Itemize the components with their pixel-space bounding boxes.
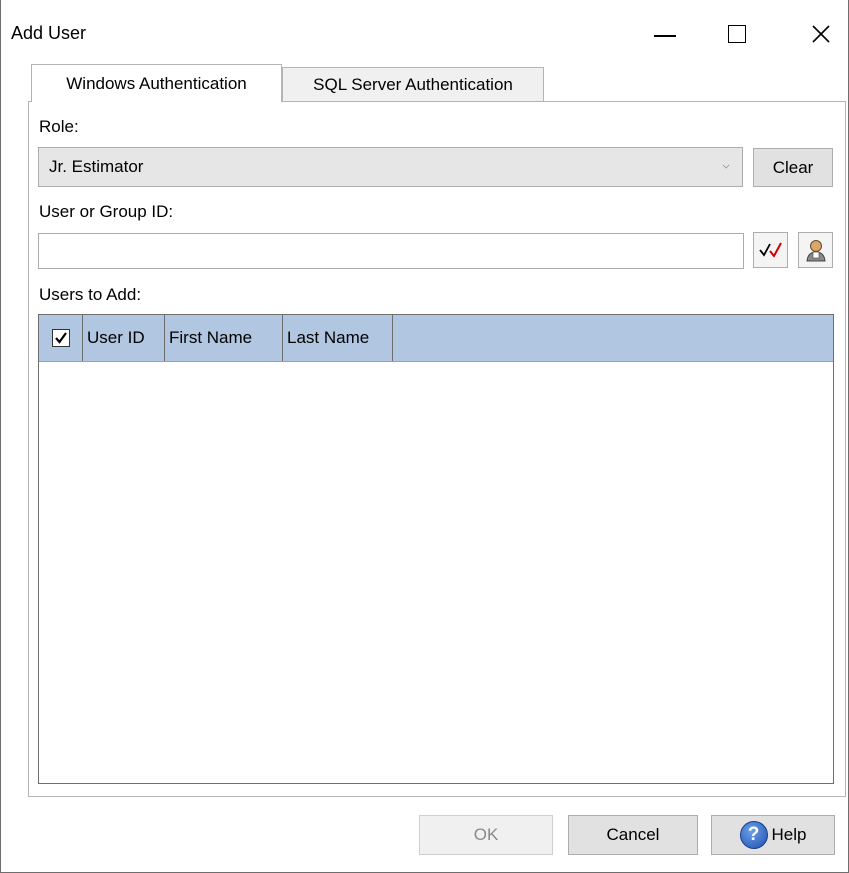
role-label: Role: — [39, 117, 79, 136]
select-all-column[interactable] — [39, 315, 83, 361]
browse-user-icon — [805, 240, 826, 262]
minimize-button[interactable] — [635, 12, 695, 56]
clear-button[interactable]: Clear — [753, 148, 833, 187]
help-icon: ? — [739, 821, 768, 849]
add-user-dialog: Add User Windows Authentication SQL Serv… — [0, 0, 849, 873]
close-button[interactable] — [791, 12, 849, 56]
title-bar: Add User — [1, 0, 849, 64]
user-group-input[interactable] — [38, 233, 744, 269]
select-all-checkbox[interactable] — [51, 329, 70, 347]
chevron-down-icon — [722, 161, 730, 169]
help-button-label: Help — [771, 825, 807, 844]
minimize-icon — [654, 35, 676, 37]
ok-button[interactable]: OK — [419, 815, 553, 855]
close-icon — [812, 25, 830, 43]
tab-sql-server-authentication[interactable]: SQL Server Authentication — [282, 67, 544, 102]
help-button[interactable]: ? Help — [711, 815, 835, 855]
browse-user-button[interactable] — [798, 232, 833, 268]
window-title: Add User — [11, 23, 87, 43]
cancel-button[interactable]: Cancel — [568, 815, 698, 855]
column-header-first-name[interactable]: First Name — [165, 315, 283, 361]
grid-header: User ID First Name Last Name — [39, 315, 833, 362]
column-header-last-name[interactable]: Last Name — [283, 315, 393, 361]
maximize-icon — [728, 25, 746, 43]
tab-windows-authentication[interactable]: Windows Authentication — [31, 64, 282, 102]
check-names-button[interactable] — [753, 232, 788, 268]
column-header-user-id[interactable]: User ID — [83, 315, 165, 361]
check-names-icon — [758, 242, 782, 258]
role-dropdown[interactable]: Jr. Estimator — [38, 147, 743, 187]
role-selected-value: Jr. Estimator — [49, 157, 144, 176]
users-to-add-label: Users to Add: — [39, 285, 142, 304]
user-group-label: User or Group ID: — [39, 202, 174, 221]
checkmark-icon — [54, 332, 67, 344]
maximize-button[interactable] — [707, 12, 767, 56]
users-grid[interactable]: User ID First Name Last Name — [38, 314, 834, 784]
